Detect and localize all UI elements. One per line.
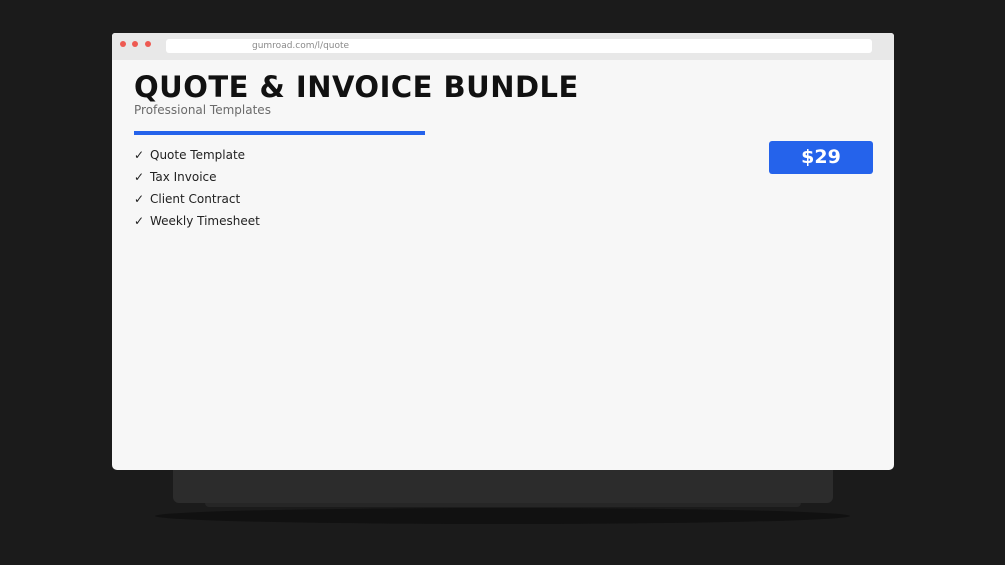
laptop-base-lip [205,503,801,507]
feature-item: ✓ Client Contract [134,188,874,210]
laptop-shadow [155,508,850,524]
product-subtitle: Professional Templates [134,103,271,117]
product-title: QUOTE & INVOICE BUNDLE [134,70,579,104]
checkmark-icon: ✓ [134,148,145,162]
checkmark-icon: ✓ [134,192,145,206]
laptop-base [173,470,833,503]
close-window-dot-icon[interactable] [120,41,126,47]
minimize-window-dot-icon[interactable] [132,41,138,47]
address-bar[interactable]: gumroad.com/l/quote [166,39,872,53]
feature-item: ✓ Weekly Timesheet [134,210,874,232]
maximize-window-dot-icon[interactable] [145,41,151,47]
browser-titlebar: gumroad.com/l/quote [112,33,894,60]
feature-label: Client Contract [150,192,241,206]
feature-label: Tax Invoice [150,170,217,184]
feature-item: ✓ Tax Invoice [134,166,874,188]
feature-label: Weekly Timesheet [150,214,260,228]
browser-window: gumroad.com/l/quote QUOTE & INVOICE BUND… [112,33,894,470]
checkmark-icon: ✓ [134,170,145,184]
feature-list: ✓ Quote Template ✓ Tax Invoice ✓ Client Con… [134,144,874,232]
feature-label: Quote Template [150,148,246,162]
laptop-mockup: gumroad.com/l/quote QUOTE & INVOICE BUND… [0,0,1005,565]
address-bar-url: gumroad.com/l/quote [252,41,350,51]
product-page: QUOTE & INVOICE BUNDLE Professional Temp… [134,71,874,248]
checkmark-icon: ✓ [134,214,145,228]
buy-price-button[interactable]: $29 [769,141,873,174]
accent-divider [134,131,425,135]
feature-item: ✓ Quote Template [134,144,874,166]
